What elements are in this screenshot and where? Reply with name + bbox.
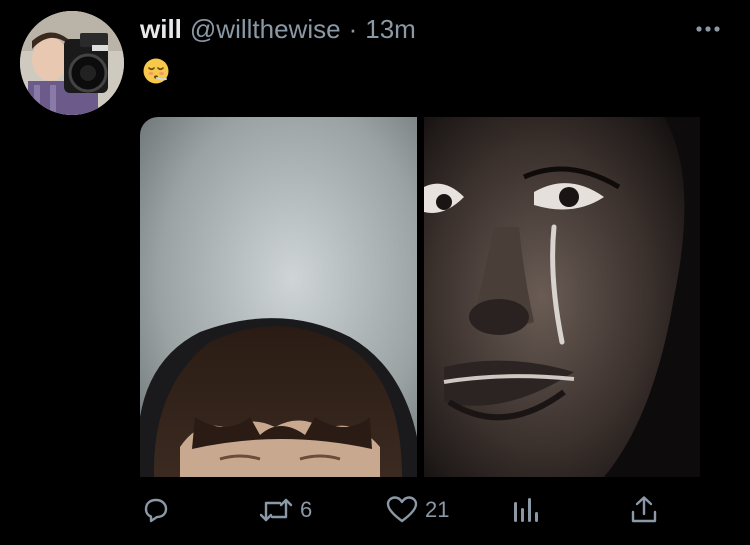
separator: · <box>348 13 358 44</box>
analytics-icon <box>514 498 538 522</box>
more-options-button[interactable] <box>694 22 722 36</box>
photo-selfie <box>140 117 417 477</box>
timestamp[interactable]: 13m <box>365 14 416 45</box>
user-handle[interactable]: @willthewise <box>190 14 341 45</box>
tweet-text <box>142 57 170 85</box>
display-name[interactable]: will <box>140 14 182 45</box>
retweet-button[interactable]: 6 <box>258 490 312 530</box>
reply-icon <box>144 498 168 523</box>
more-icon <box>696 26 720 32</box>
share-button[interactable] <box>628 490 660 530</box>
tweet-actions: 6 21 <box>0 490 750 530</box>
reply-button[interactable] <box>140 490 172 530</box>
analytics-button[interactable] <box>510 490 540 530</box>
like-icon <box>386 496 418 523</box>
avatar[interactable] <box>20 11 124 115</box>
illustration-crying-face <box>424 117 700 477</box>
like-count: 21 <box>425 497 450 522</box>
media-image-right[interactable] <box>424 117 700 477</box>
retweet-icon <box>259 498 293 522</box>
tweet-header: will @willthewise · 13m <box>140 12 416 46</box>
tweet-media[interactable] <box>140 117 700 477</box>
face-exhaling-emoji <box>143 58 169 84</box>
share-icon <box>631 496 657 523</box>
retweet-count: 6 <box>300 497 313 522</box>
avatar-image <box>20 11 124 115</box>
media-image-left[interactable] <box>140 117 417 477</box>
like-button[interactable]: 21 <box>385 490 449 530</box>
